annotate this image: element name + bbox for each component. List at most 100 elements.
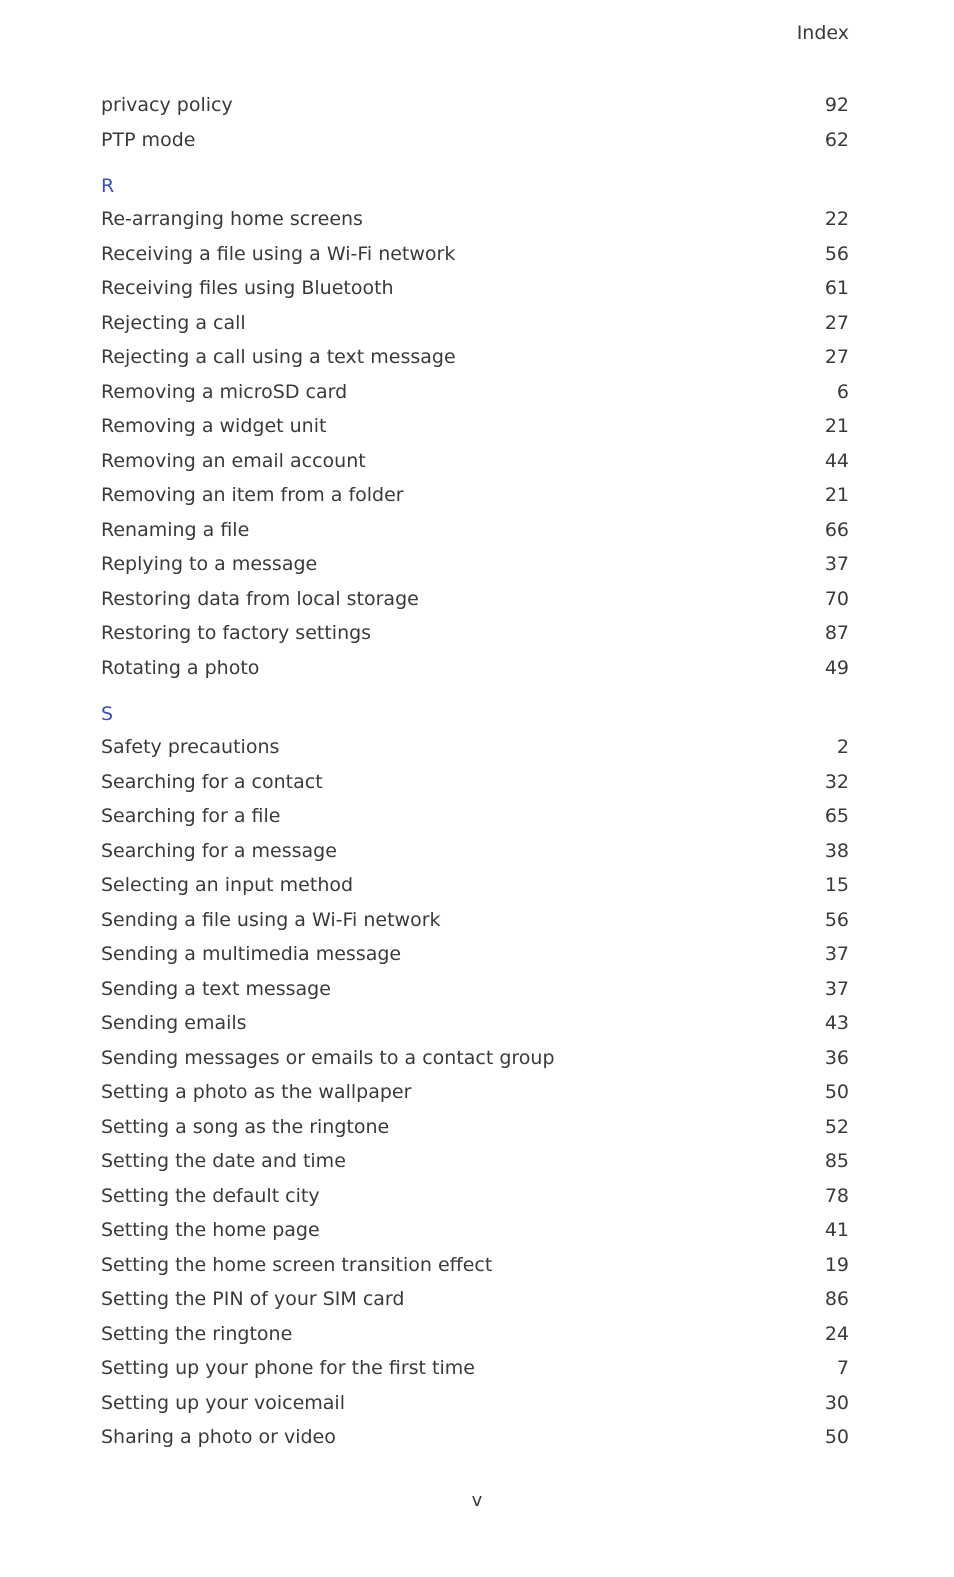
- index-entry-page: 37: [824, 553, 849, 575]
- index-entry-page: 37: [824, 977, 849, 1000]
- index-section: privacy policy 92 PTP mode 62: [101, 88, 849, 157]
- index-entry: Sending a file using a Wi-Fi network 56: [101, 903, 849, 938]
- index-entry-page: 61: [824, 277, 849, 299]
- index-entry-page: 43: [824, 1012, 849, 1034]
- section-letter-heading: R: [101, 175, 115, 197]
- index-entry-topic: Replying to a message: [101, 553, 318, 575]
- index-entry-page: 37: [824, 943, 849, 965]
- index-entry-topic: Receiving a file using a Wi-Fi network: [101, 242, 456, 265]
- running-header: Index: [796, 22, 849, 44]
- index-entry-page: 41: [824, 1219, 849, 1241]
- index-entry-topic: Setting the home screen transition effec…: [101, 1253, 493, 1276]
- index-entry-topic: Sending emails: [101, 1012, 247, 1034]
- index-entry-topic: Rotating a photo: [101, 656, 260, 679]
- index-entry-topic: Setting up your phone for the first time: [101, 1357, 475, 1379]
- index-entry-topic: Setting a song as the ringtone: [101, 1115, 390, 1138]
- index-entry: Sending a multimedia message 37: [101, 937, 849, 972]
- index-entry-page: 66: [824, 518, 849, 541]
- index-entry-topic: Sending a file using a Wi-Fi network: [101, 908, 441, 931]
- index-entry: Receiving files using Bluetooth 61: [101, 271, 849, 306]
- index-entry-page: 62: [824, 128, 849, 151]
- index-entry: Removing a widget unit 21: [101, 409, 849, 444]
- index-entry-page: 70: [824, 587, 849, 610]
- index-entry-topic: Selecting an input method: [101, 874, 354, 896]
- index-entry-topic: privacy policy: [101, 94, 233, 116]
- index-entry-topic: Searching for a file: [101, 805, 281, 827]
- index-entry-page: 85: [824, 1150, 849, 1172]
- index-entry: Searching for a message 38: [101, 834, 849, 869]
- index-entry-page: 7: [836, 1357, 849, 1379]
- index-entry-topic: Searching for a contact: [101, 770, 323, 793]
- index-entry: Safety precautions 2: [101, 730, 849, 765]
- index-entry: Setting the home screen transition effec…: [101, 1248, 849, 1283]
- index-section: S Safety precautions 2 Searching for a cont…: [101, 698, 849, 1455]
- index-entry-topic: PTP mode: [101, 128, 196, 151]
- index-entry-page: 86: [824, 1288, 849, 1310]
- index-entry-page: 78: [824, 1184, 849, 1207]
- index-entry-topic: Safety precautions: [101, 736, 280, 758]
- index-entry: Rotating a photo 49: [101, 651, 849, 686]
- index-entry: Setting up your voicemail 30: [101, 1386, 849, 1421]
- index-entry-page: 21: [824, 415, 849, 437]
- index-entry: Restoring data from local storage 70: [101, 582, 849, 617]
- index-entry-page: 15: [824, 874, 849, 896]
- index-entry: Receiving a file using a Wi-Fi network 56: [101, 237, 849, 272]
- index-entry-topic: Renaming a file: [101, 518, 250, 541]
- index-entry: Setting the ringtone 24: [101, 1317, 849, 1352]
- index-entry: Searching for a file 65: [101, 799, 849, 834]
- index-entry-page: 50: [824, 1081, 849, 1103]
- index-entry-page: 56: [824, 242, 849, 265]
- index-entry: Rejecting a call using a text message 27: [101, 340, 849, 375]
- index-entry-topic: Setting the home page: [101, 1219, 320, 1241]
- index-entry: Setting a song as the ringtone 52: [101, 1110, 849, 1145]
- index-list: privacy policy 92 PTP mode 62 R Re-arranging …: [101, 88, 849, 1455]
- index-entry: Setting a photo as the wallpaper 50: [101, 1075, 849, 1110]
- index-entry: Sending a text message 37: [101, 972, 849, 1007]
- index-entry: Setting the home page 41: [101, 1213, 849, 1248]
- index-entry: Searching for a contact 32: [101, 765, 849, 800]
- index-entry-topic: Setting the date and time: [101, 1150, 346, 1172]
- index-entry-topic: Restoring to factory settings: [101, 622, 372, 644]
- index-entry: Removing an email account 44: [101, 444, 849, 479]
- index-entry: Sending emails 43: [101, 1006, 849, 1041]
- index-entry-topic: Removing an item from a folder: [101, 484, 404, 506]
- index-entry-topic: Searching for a message: [101, 839, 337, 862]
- index-entry: Rejecting a call 27: [101, 306, 849, 341]
- index-entry-page: 65: [824, 805, 849, 827]
- index-entry: privacy policy 92: [101, 88, 849, 123]
- index-entry-topic: Removing an email account: [101, 449, 366, 472]
- index-entry-page: 49: [824, 656, 849, 679]
- index-entry: PTP mode 62: [101, 123, 849, 158]
- index-entry-topic: Rejecting a call: [101, 311, 246, 334]
- index-entry-page: 24: [824, 1322, 849, 1345]
- index-entry: Renaming a file 66: [101, 513, 849, 548]
- index-entry: Sharing a photo or video 50: [101, 1420, 849, 1455]
- index-entry-page: 52: [824, 1115, 849, 1138]
- index-entry: Removing a microSD card 6: [101, 375, 849, 410]
- index-entry-topic: Setting the default city: [101, 1184, 320, 1207]
- index-entry-topic: Restoring data from local storage: [101, 587, 419, 610]
- index-entry-topic: Removing a microSD card: [101, 380, 348, 403]
- index-entry-topic: Sending messages or emails to a contact …: [101, 1046, 555, 1069]
- index-entry-page: 30: [824, 1391, 849, 1414]
- index-entry: Setting up your phone for the first time…: [101, 1351, 849, 1386]
- index-entry-page: 6: [836, 380, 849, 403]
- index-entry: Setting the PIN of your SIM card 86: [101, 1282, 849, 1317]
- index-entry-page: 19: [824, 1253, 849, 1276]
- index-entry-page: 56: [824, 908, 849, 931]
- index-entry: Sending messages or emails to a contact …: [101, 1041, 849, 1076]
- index-entry-page: 32: [824, 770, 849, 793]
- index-entry-topic: Receiving files using Bluetooth: [101, 277, 394, 299]
- index-entry-topic: Sharing a photo or video: [101, 1426, 336, 1448]
- index-entry-topic: Setting up your voicemail: [101, 1391, 345, 1414]
- index-entry-page: 38: [824, 839, 849, 862]
- index-entry-topic: Rejecting a call using a text message: [101, 346, 456, 368]
- index-entry-topic: Sending a multimedia message: [101, 943, 402, 965]
- index-entry-topic: Sending a text message: [101, 977, 331, 1000]
- index-entry-page: 50: [824, 1426, 849, 1448]
- index-entry-topic: Setting the ringtone: [101, 1322, 293, 1345]
- index-entry-page: 2: [836, 736, 849, 758]
- index-entry: Replying to a message 37: [101, 547, 849, 582]
- index-entry-topic: Setting a photo as the wallpaper: [101, 1081, 412, 1103]
- index-entry: Removing an item from a folder 21: [101, 478, 849, 513]
